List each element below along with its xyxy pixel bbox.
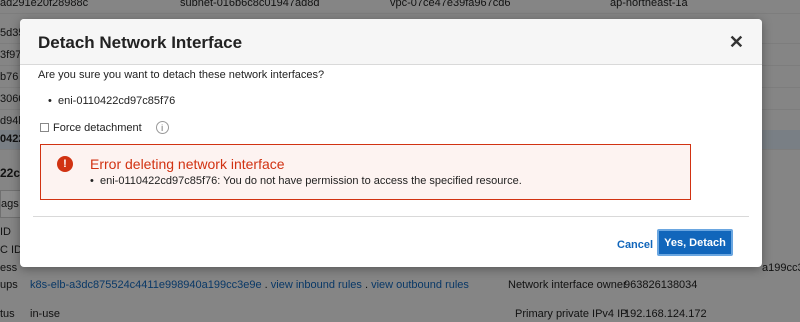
eni-list-item: • eni-0110422cd97c85f76 <box>48 95 176 107</box>
yes-detach-button[interactable]: Yes, Detach <box>657 229 733 256</box>
info-icon[interactable]: i <box>155 121 169 134</box>
modal-title: Detach Network Interface <box>38 33 243 52</box>
divider <box>33 216 749 217</box>
confirmation-question: Are you sure you want to detach these ne… <box>38 69 325 81</box>
error-message: • eni-0110422cd97c85f76: You do not have… <box>90 175 522 187</box>
bullet-icon: • <box>90 175 94 187</box>
force-detachment-row: Force detachment i <box>40 121 169 134</box>
force-detachment-checkbox[interactable] <box>40 123 49 132</box>
bullet-icon: • <box>48 95 52 107</box>
error-title: Error deleting network interface <box>90 156 285 172</box>
error-alert: ! Error deleting network interface • eni… <box>40 144 691 200</box>
force-detachment-label[interactable]: Force detachment <box>53 122 142 134</box>
detach-network-interface-dialog: Detach Network Interface ✕ Are you sure … <box>20 19 762 267</box>
cancel-button[interactable]: Cancel <box>617 239 653 251</box>
close-icon[interactable]: ✕ <box>729 32 744 53</box>
error-message-text: eni-0110422cd97c85f76: You do not have p… <box>100 175 522 187</box>
error-icon: ! <box>57 156 73 172</box>
modal-header: Detach Network Interface ✕ <box>20 19 762 65</box>
eni-id: eni-0110422cd97c85f76 <box>58 95 176 107</box>
